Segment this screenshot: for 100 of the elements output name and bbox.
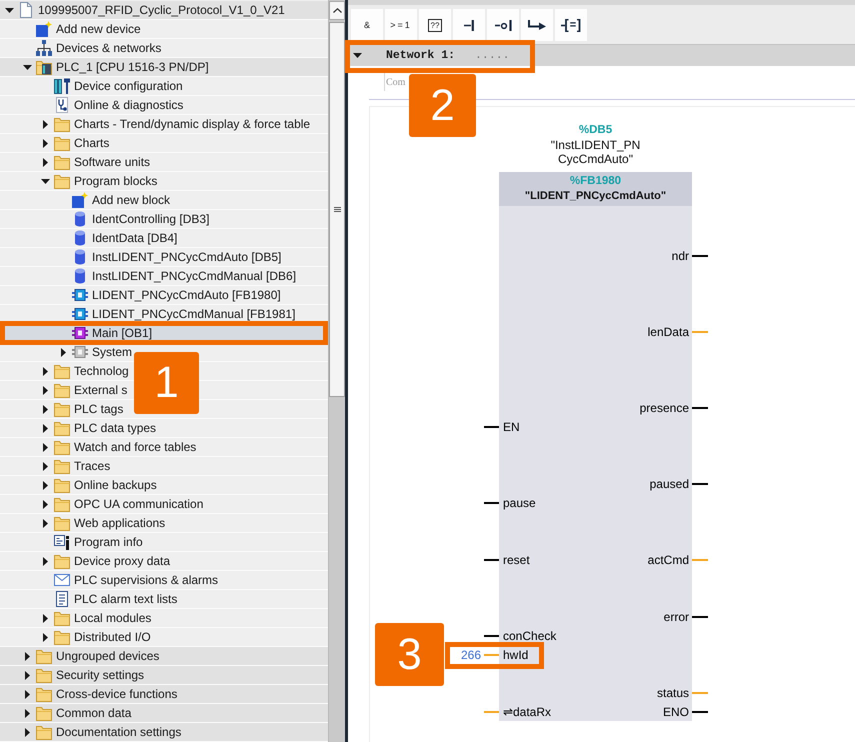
- folder-icon: [54, 458, 70, 474]
- input-pin-label: hwId: [503, 648, 528, 660]
- caret-right-icon[interactable]: [24, 728, 30, 736]
- assignment-button[interactable]: =: [555, 9, 587, 41]
- caret-right-icon[interactable]: [42, 404, 48, 414]
- folder-icon: [36, 686, 52, 702]
- input-pin-label: pause: [503, 496, 536, 508]
- hierarchy-icon: [36, 40, 52, 56]
- tree-item[interactable]: OPC UA communication: [0, 495, 328, 514]
- output-pin-label: presence: [640, 402, 689, 414]
- tree-item[interactable]: Web applications: [0, 514, 328, 533]
- scroll-up-button[interactable]: [329, 1, 345, 20]
- tree-item[interactable]: Device proxy data: [0, 552, 328, 571]
- caret-down-icon[interactable]: [40, 178, 50, 184]
- tree-item[interactable]: Ungrouped devices: [0, 647, 328, 666]
- tree-item[interactable]: Add new device: [0, 20, 328, 39]
- caret-right-icon[interactable]: [42, 158, 48, 166]
- tree-item[interactable]: 109995007_RFID_Cyclic_Protocol_V1_0_V21: [0, 1, 328, 20]
- tree-item[interactable]: Watch and force tables: [0, 438, 328, 457]
- wrench-module-icon: [54, 78, 70, 94]
- tree-item[interactable]: Charts: [0, 134, 328, 153]
- callout-badge: 2: [409, 74, 476, 137]
- tree-item[interactable]: IdentControlling [DB3]: [0, 210, 328, 229]
- negated-contact-button[interactable]: [487, 9, 519, 41]
- output-pin-label: actCmd: [648, 554, 689, 566]
- empty-box-button[interactable]: ??: [419, 9, 451, 41]
- folder-icon: [36, 667, 52, 683]
- tree-item[interactable]: Security settings: [0, 666, 328, 685]
- tree-item[interactable]: IdentData [DB4]: [0, 229, 328, 248]
- caret-right-icon[interactable]: [60, 348, 66, 356]
- network-header[interactable]: Network 1: .....: [348, 45, 855, 67]
- caret-right-icon[interactable]: [24, 708, 30, 718]
- tree-item[interactable]: Common data: [0, 704, 328, 723]
- tree-item[interactable]: PLC data types: [0, 419, 328, 438]
- folder-icon: [54, 515, 70, 531]
- arrow-icon: [528, 20, 546, 30]
- tree-item[interactable]: Charts - Trend/dynamic display & force table: [0, 115, 328, 134]
- tree-item[interactable]: Program blocks: [0, 172, 328, 191]
- envelope-icon: [54, 572, 70, 588]
- folder-icon: [54, 553, 70, 569]
- caret-right-icon[interactable]: [24, 690, 30, 698]
- tree-item[interactable]: Online & diagnostics: [0, 96, 328, 115]
- tree-item[interactable]: Device configuration: [0, 77, 328, 96]
- caret-right-icon[interactable]: [42, 500, 48, 508]
- tree-item[interactable]: PLC_1 [CPU 1516-3 PN/DP]: [0, 58, 328, 77]
- caret-right-icon[interactable]: [42, 480, 48, 490]
- tree-item[interactable]: InstLIDENT_PNCycCmdAuto [DB5]: [0, 248, 328, 267]
- caret-right-icon[interactable]: [42, 614, 48, 622]
- scrollbar-thumb[interactable]: [329, 22, 345, 397]
- tree-item[interactable]: Add new block: [0, 191, 328, 210]
- folder-icon: [54, 420, 70, 436]
- block-icon: [72, 306, 88, 322]
- output-pin-label: ndr: [672, 250, 689, 262]
- network-label: Network 1:: [386, 49, 456, 62]
- block-icon: [72, 325, 88, 341]
- document-lines-icon: [54, 591, 70, 607]
- tree-item[interactable]: Online backups: [0, 476, 328, 495]
- caret-down-icon[interactable]: [353, 52, 363, 58]
- contact-button[interactable]: [453, 9, 485, 41]
- chevron-up-icon: [332, 8, 342, 13]
- tree-item[interactable]: Cross-device functions: [0, 685, 328, 704]
- tree-item[interactable]: Traces: [0, 457, 328, 476]
- callout-badge: 3: [375, 623, 444, 686]
- caret-right-icon[interactable]: [42, 120, 48, 128]
- tree-item[interactable]: InstLIDENT_PNCycCmdManual [DB6]: [0, 267, 328, 286]
- contact-icon: [464, 20, 474, 30]
- tree-item[interactable]: Distributed I/O: [0, 628, 328, 647]
- caret-right-icon[interactable]: [42, 366, 48, 376]
- caret-right-icon[interactable]: [24, 652, 30, 660]
- tree-item[interactable]: Local modules: [0, 609, 328, 628]
- caret-right-icon[interactable]: [24, 670, 30, 680]
- caret-right-icon[interactable]: [42, 424, 48, 432]
- tree-item[interactable]: Program info: [0, 533, 328, 552]
- operand-value[interactable]: 266: [460, 648, 481, 660]
- tree-item[interactable]: PLC supervisions & alarms: [0, 571, 328, 590]
- caret-down-icon[interactable]: [4, 8, 14, 12]
- info-icon: [54, 534, 70, 550]
- left-bracket-icon: [560, 18, 569, 32]
- tree-item[interactable]: Software units: [0, 153, 328, 172]
- tree-item[interactable]: PLC alarm text lists: [0, 590, 328, 609]
- scrollbar-track[interactable]: [328, 0, 345, 742]
- output-pin-label: status: [656, 686, 689, 698]
- caret-right-icon[interactable]: [42, 386, 48, 394]
- input-pin-label: conCheck: [503, 630, 556, 642]
- branch-button[interactable]: [521, 9, 553, 41]
- tree-item[interactable]: Documentation settings: [0, 723, 328, 742]
- tree-item[interactable]: Devices & networks: [0, 39, 328, 58]
- block-icon: [72, 287, 88, 303]
- caret-right-icon[interactable]: [42, 632, 48, 642]
- right-bracket-icon: [577, 18, 582, 32]
- caret-right-icon[interactable]: [42, 462, 48, 470]
- and-button[interactable]: &: [351, 9, 383, 41]
- caret-right-icon[interactable]: [42, 556, 48, 566]
- folder-icon: [36, 648, 52, 664]
- or-button[interactable]: >=1: [385, 9, 417, 41]
- caret-right-icon[interactable]: [42, 442, 48, 452]
- caret-right-icon[interactable]: [42, 138, 48, 148]
- caret-right-icon[interactable]: [42, 518, 48, 528]
- caret-down-icon[interactable]: [22, 64, 32, 70]
- tree-item[interactable]: LIDENT_PNCycCmdAuto [FB1980]: [0, 286, 328, 305]
